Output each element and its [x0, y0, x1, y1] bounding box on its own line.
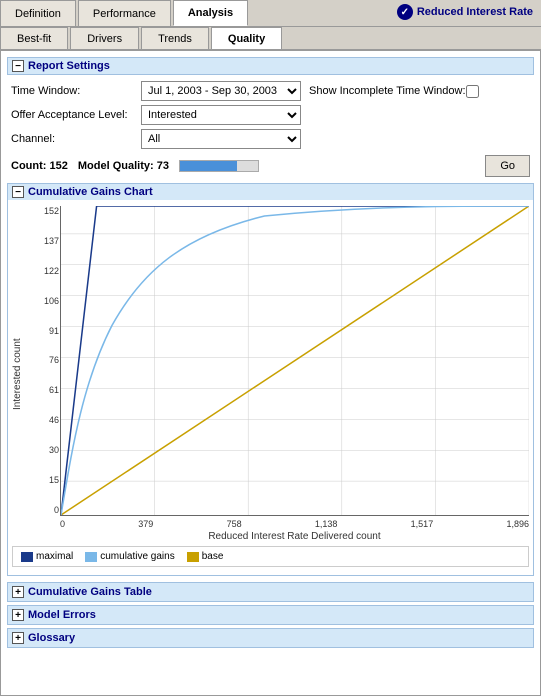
time-window-select[interactable]: Jul 1, 2003 - Sep 30, 2003: [141, 81, 301, 101]
y-tick-0: 0: [27, 505, 59, 515]
y-tick-106: 106: [27, 296, 59, 306]
legend-cumgains-box: [85, 552, 97, 562]
glossary-header[interactable]: + Glossary: [8, 629, 533, 647]
chart-section: − Cumulative Gains Chart Interested coun…: [7, 183, 534, 576]
x-tick-0: 0: [60, 519, 65, 529]
x-tick-1896: 1,896: [506, 519, 529, 529]
quality-display: Model Quality: 73: [78, 160, 169, 172]
show-incomplete-checkbox[interactable]: [466, 85, 479, 98]
show-incomplete-label: Show Incomplete Time Window:: [309, 85, 466, 97]
tab-performance[interactable]: Performance: [78, 0, 171, 26]
count-display: Count: 152: [11, 160, 68, 172]
legend-maximal-box: [21, 552, 33, 562]
legend-maximal: maximal: [21, 551, 73, 562]
y-tick-15: 15: [27, 475, 59, 485]
chart-collapse-icon: −: [12, 186, 24, 198]
legend-maximal-label: maximal: [36, 551, 73, 562]
x-tick-1138: 1,138: [315, 519, 338, 529]
go-button[interactable]: Go: [485, 155, 530, 177]
y-tick-137: 137: [27, 236, 59, 246]
glossary-collapse-icon: +: [12, 632, 24, 644]
quality-bar-fill: [180, 161, 237, 171]
tab-trends[interactable]: Trends: [141, 27, 209, 49]
y-tick-30: 30: [27, 445, 59, 455]
legend-base-box: [187, 552, 199, 562]
cumulative-gains-table-header[interactable]: + Cumulative Gains Table: [8, 583, 533, 601]
offer-acceptance-label: Offer Acceptance Level:: [11, 109, 141, 121]
glossary-title: Glossary: [28, 632, 75, 644]
y-tick-91: 91: [27, 326, 59, 336]
tab-drivers[interactable]: Drivers: [70, 27, 139, 49]
glossary-section: + Glossary: [7, 628, 534, 648]
quality-bar: [179, 160, 259, 172]
model-errors-collapse-icon: +: [12, 609, 24, 621]
tab-quality[interactable]: Quality: [211, 27, 282, 49]
offer-acceptance-select[interactable]: Interested: [141, 105, 301, 125]
cum-table-title: Cumulative Gains Table: [28, 586, 152, 598]
offer-acceptance-row: Offer Acceptance Level: Interested: [7, 105, 534, 125]
y-tick-152: 152: [27, 206, 59, 216]
legend-base-label: base: [202, 551, 224, 562]
cum-table-collapse-icon: +: [12, 586, 24, 598]
tab-analysis[interactable]: Analysis: [173, 0, 248, 26]
report-settings-title: Report Settings: [28, 60, 110, 72]
chart-area: Interested count 152 137 122 106 91 76 6…: [12, 206, 529, 542]
y-axis-label: Interested count: [12, 206, 26, 542]
y-tick-46: 46: [27, 415, 59, 425]
x-tick-758: 758: [227, 519, 242, 529]
time-window-row: Time Window: Jul 1, 2003 - Sep 30, 2003 …: [7, 81, 534, 101]
top-tab-bar: Definition Performance Analysis ✓ Reduce…: [0, 0, 541, 26]
collapse-icon: −: [12, 60, 24, 72]
chart-svg: [61, 206, 529, 515]
y-tick-122: 122: [27, 266, 59, 276]
y-tick-61: 61: [27, 385, 59, 395]
show-incomplete-row: Show Incomplete Time Window:: [309, 85, 482, 98]
tab-definition[interactable]: Definition: [0, 0, 76, 26]
model-errors-title: Model Errors: [28, 609, 96, 621]
page-title: Reduced Interest Rate: [417, 6, 533, 18]
channel-row: Channel: All: [7, 129, 534, 149]
legend-cumgains: cumulative gains: [85, 551, 174, 562]
x-tick-labels: 0 379 758 1,138 1,517 1,896: [60, 519, 529, 529]
x-axis-label: Reduced Interest Rate Delivered count: [60, 531, 529, 542]
legend-base: base: [187, 551, 224, 562]
verified-icon: ✓: [397, 4, 413, 20]
chart-plot-area: 152 137 122 106 91 76 61 46 30 15 0: [60, 206, 529, 516]
tab-bestfit[interactable]: Best-fit: [0, 27, 68, 49]
header-title-area: ✓ Reduced Interest Rate: [397, 4, 533, 20]
main-content: − Report Settings Time Window: Jul 1, 20…: [0, 50, 541, 696]
model-errors-header[interactable]: + Model Errors: [8, 606, 533, 624]
legend-cumgains-label: cumulative gains: [100, 551, 174, 562]
y-tick-76: 76: [27, 355, 59, 365]
second-tab-bar: Best-fit Drivers Trends Quality: [0, 26, 541, 50]
x-tick-1517: 1,517: [411, 519, 434, 529]
model-errors-section: + Model Errors: [7, 605, 534, 625]
time-window-label: Time Window:: [11, 85, 141, 97]
chart-title: Cumulative Gains Chart: [28, 186, 153, 198]
channel-label: Channel:: [11, 133, 141, 145]
x-tick-379: 379: [138, 519, 153, 529]
cumulative-gains-table-section: + Cumulative Gains Table: [7, 582, 534, 602]
chart-legend: maximal cumulative gains base: [12, 546, 529, 567]
count-row: Count: 152 Model Quality: 73 Go: [11, 155, 530, 177]
report-settings-header[interactable]: − Report Settings: [7, 57, 534, 75]
channel-select[interactable]: All: [141, 129, 301, 149]
chart-section-header[interactable]: − Cumulative Gains Chart: [8, 184, 533, 200]
chart-container: Interested count 152 137 122 106 91 76 6…: [8, 200, 533, 575]
